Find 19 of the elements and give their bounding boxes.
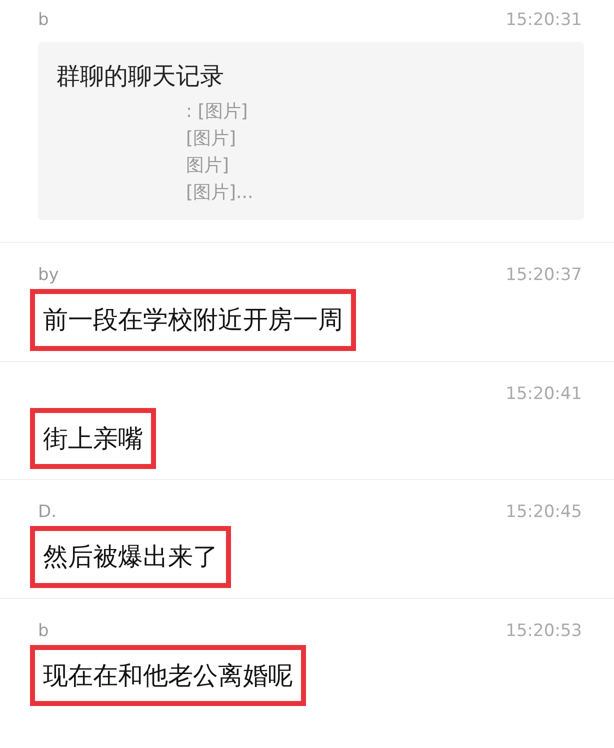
record-line: [图片] [185, 127, 238, 151]
sender-name: b [38, 620, 49, 643]
message-text: 现在在和他老公离婚呢 [30, 644, 306, 706]
record-line: 图片] [185, 154, 230, 178]
message-text: 前一段在学校附近开房一周 [30, 289, 356, 350]
sender-name: b [38, 9, 49, 32]
record-line: [图片]... [185, 181, 254, 205]
message-time: 15:20:37 [506, 264, 582, 288]
message-time: 15:20:41 [506, 382, 582, 406]
message-text: 然后被爆出来了 [30, 526, 231, 588]
sender-name: by [38, 264, 59, 288]
message-text: 街上亲嘴 [30, 408, 156, 469]
message-time: 15:20:31 [506, 9, 582, 32]
record-title: 群聊的聊天记录 [56, 61, 225, 92]
sender-name: D. [38, 501, 56, 524]
chat-record-card[interactable]: 群聊的聊天记录 : [图片] [图片] 图片] [图片]... [38, 42, 584, 220]
record-line: : [图片] [185, 100, 249, 124]
message-time: 15:20:53 [506, 620, 582, 643]
message-time: 15:20:45 [506, 501, 582, 524]
